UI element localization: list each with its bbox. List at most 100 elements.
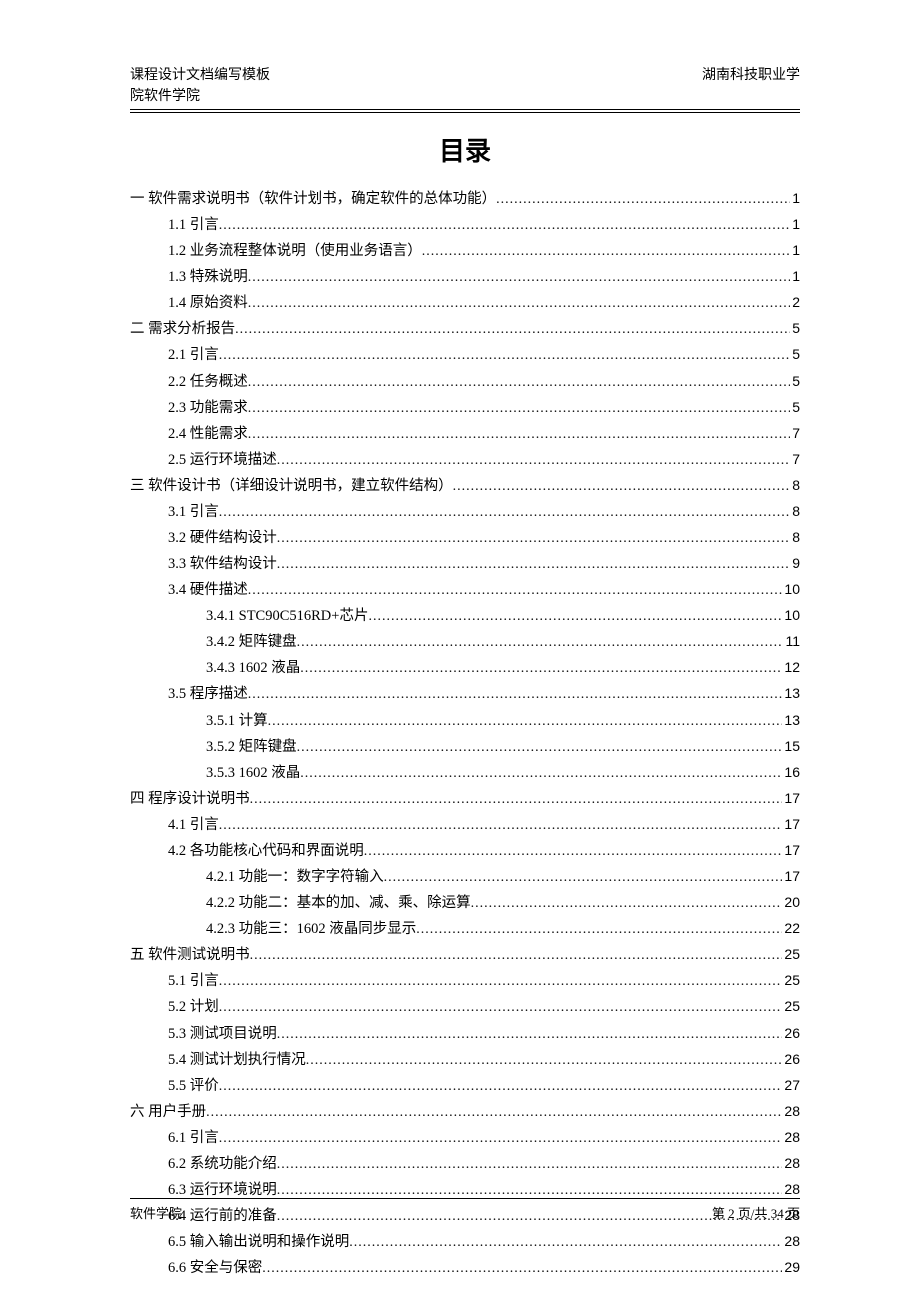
- toc-entry[interactable]: 3.4.3 1602 液晶12: [130, 655, 800, 681]
- toc-leader-dots: [300, 762, 782, 786]
- toc-entry-page: 26: [782, 1047, 800, 1071]
- document-page: 课程设计文档编写模板 院软件学院 湖南科技职业学 目录 一 软件需求说明书（软件…: [0, 0, 920, 1281]
- toc-entry-label: 5.1 引言: [168, 969, 219, 994]
- toc-entry[interactable]: 5.3 测试项目说明26: [130, 1021, 800, 1047]
- toc-leader-dots: [219, 1127, 783, 1151]
- toc-leader-dots: [297, 631, 784, 655]
- toc-entry-page: 5: [790, 369, 800, 393]
- toc-entry-page: 13: [782, 681, 800, 705]
- toc-entry-label: 4.2 各功能核心代码和界面说明: [168, 839, 364, 864]
- toc-entry-label: 5.5 评价: [168, 1074, 219, 1099]
- toc-entry[interactable]: 3.5.3 1602 液晶16: [130, 760, 800, 786]
- toc-entry-page: 20: [782, 890, 800, 914]
- toc-entry[interactable]: 5.4 测试计划执行情况 26: [130, 1047, 800, 1073]
- toc-entry[interactable]: 三 软件设计书（详细设计说明书，建立软件结构）8: [130, 473, 800, 499]
- toc-entry-page: 2: [790, 290, 800, 314]
- toc-entry-page: 28: [782, 1229, 800, 1253]
- toc-entry-label: 3.4.1 STC90C516RD+芯片: [206, 604, 368, 629]
- toc-leader-dots: [262, 1257, 782, 1281]
- toc-entry-label: 6.2 系统功能介绍: [168, 1152, 277, 1177]
- toc-leader-dots: [248, 423, 790, 447]
- toc-entry[interactable]: 4.2.3 功能三：1602 液晶同步显示 22: [130, 916, 800, 942]
- toc-entry-label: 一 软件需求说明书（软件计划书，确定软件的总体功能）: [130, 187, 496, 212]
- toc-leader-dots: [300, 657, 782, 681]
- toc-entry-label: 1.4 原始资料: [168, 291, 248, 316]
- toc-entry-label: 3.5.1 计算: [206, 709, 268, 734]
- toc-entry-page: 22: [782, 916, 800, 940]
- toc-entry-label: 3.5 程序描述: [168, 682, 248, 707]
- toc-entry[interactable]: 6.2 系统功能介绍 28: [130, 1151, 800, 1177]
- toc-entry-label: 2.3 功能需求: [168, 396, 248, 421]
- toc-entry-page: 17: [782, 838, 800, 862]
- toc-entry[interactable]: 1.4 原始资料 2: [130, 290, 800, 316]
- toc-entry-page: 15: [782, 734, 800, 758]
- toc-entry[interactable]: 5.2 计划 25: [130, 994, 800, 1020]
- toc-entry-page: 1: [790, 264, 800, 288]
- toc-entry-label: 3.2 硬件结构设计: [168, 526, 277, 551]
- toc-entry[interactable]: 2.1 引言5: [130, 342, 800, 368]
- toc-entry-page: 1: [790, 186, 800, 210]
- toc-leader-dots: [248, 266, 790, 290]
- toc-leader-dots: [416, 918, 782, 942]
- toc-entry[interactable]: 2.2 任务概述5: [130, 369, 800, 395]
- toc-entry[interactable]: 4.2.1 功能一：数字字符输入17: [130, 864, 800, 890]
- toc-entry[interactable]: 3.2 硬件结构设计8: [130, 525, 800, 551]
- toc-leader-dots: [277, 449, 790, 473]
- toc-entry[interactable]: 1.3 特殊说明 1: [130, 264, 800, 290]
- toc-entry[interactable]: 4.1 引言17: [130, 812, 800, 838]
- toc-leader-dots: [248, 292, 790, 316]
- toc-entry[interactable]: 一 软件需求说明书（软件计划书，确定软件的总体功能） 1: [130, 186, 800, 212]
- toc-leader-dots: [219, 1075, 783, 1099]
- toc-entry[interactable]: 1.2 业务流程整体说明（使用业务语言）1: [130, 238, 800, 264]
- toc-entry-label: 1.3 特殊说明: [168, 265, 248, 290]
- toc-entry[interactable]: 五 软件测试说明书25: [130, 942, 800, 968]
- toc-entry[interactable]: 2.3 功能需求5: [130, 395, 800, 421]
- toc-entry[interactable]: 6.6 安全与保密29: [130, 1255, 800, 1281]
- toc-entry[interactable]: 1.1 引言 1: [130, 212, 800, 238]
- toc-entry-label: 3.5.2 矩阵键盘: [206, 735, 297, 760]
- toc-entry[interactable]: 六 用户手册28: [130, 1099, 800, 1125]
- toc-entry[interactable]: 4.2.2 功能二：基本的加、减、乘、除运算 20: [130, 890, 800, 916]
- toc-entry[interactable]: 3.4.1 STC90C516RD+芯片10: [130, 603, 800, 629]
- toc-entry-label: 1.1 引言: [168, 213, 219, 238]
- toc-entry-label: 5.2 计划: [168, 995, 219, 1020]
- toc-entry[interactable]: 3.5 程序描述 13: [130, 681, 800, 707]
- toc-leader-dots: [219, 814, 783, 838]
- toc-entry[interactable]: 5.5 评价27: [130, 1073, 800, 1099]
- toc-entry[interactable]: 2.5 运行环境描述7: [130, 447, 800, 473]
- toc-entry[interactable]: 2.4 性能需求7: [130, 421, 800, 447]
- toc-entry[interactable]: 3.4 硬件描述10: [130, 577, 800, 603]
- toc-entry-page: 28: [782, 1125, 800, 1149]
- toc-entry[interactable]: 5.1 引言25: [130, 968, 800, 994]
- toc-entry-page: 5: [790, 342, 800, 366]
- toc-entry[interactable]: 3.5.2 矩阵键盘 15: [130, 734, 800, 760]
- toc-entry[interactable]: 二 需求分析报告5: [130, 316, 800, 342]
- toc-entry-page: 28: [782, 1151, 800, 1175]
- toc-entry-label: 5.4 测试计划执行情况: [168, 1048, 306, 1073]
- toc-entry-page: 13: [782, 708, 800, 732]
- toc-leader-dots: [250, 944, 783, 968]
- toc-entry[interactable]: 3.4.2 矩阵键盘11: [130, 629, 800, 655]
- toc-leader-dots: [219, 344, 790, 368]
- toc-entry[interactable]: 3.5.1 计算 13: [130, 708, 800, 734]
- toc-entry[interactable]: 6.5 输入输出说明和操作说明28: [130, 1229, 800, 1255]
- toc-leader-dots: [364, 840, 783, 864]
- toc-entry-page: 25: [782, 942, 800, 966]
- toc-entry-label: 2.4 性能需求: [168, 422, 248, 447]
- toc-leader-dots: [219, 214, 790, 238]
- toc-entry[interactable]: 3.1 引言8: [130, 499, 800, 525]
- toc-entry-label: 4.2.2 功能二：基本的加、减、乘、除运算: [206, 891, 471, 916]
- toc-entry-page: 5: [790, 316, 800, 340]
- toc-entry-page: 17: [782, 786, 800, 810]
- toc-entry[interactable]: 6.1 引言28: [130, 1125, 800, 1151]
- toc-entry[interactable]: 四 程序设计说明书17: [130, 786, 800, 812]
- toc-entry[interactable]: 3.3 软件结构设计9: [130, 551, 800, 577]
- toc-leader-dots: [248, 579, 783, 603]
- toc-leader-dots: [277, 553, 790, 577]
- toc-entry-label: 4.2.3 功能三：1602 液晶同步显示: [206, 917, 416, 942]
- toc-entry-page: 25: [782, 994, 800, 1018]
- toc-entry[interactable]: 4.2 各功能核心代码和界面说明 17: [130, 838, 800, 864]
- header-rule: [130, 109, 800, 113]
- toc-entry-label: 3.4.3 1602 液晶: [206, 656, 300, 681]
- toc-entry-page: 1: [790, 212, 800, 236]
